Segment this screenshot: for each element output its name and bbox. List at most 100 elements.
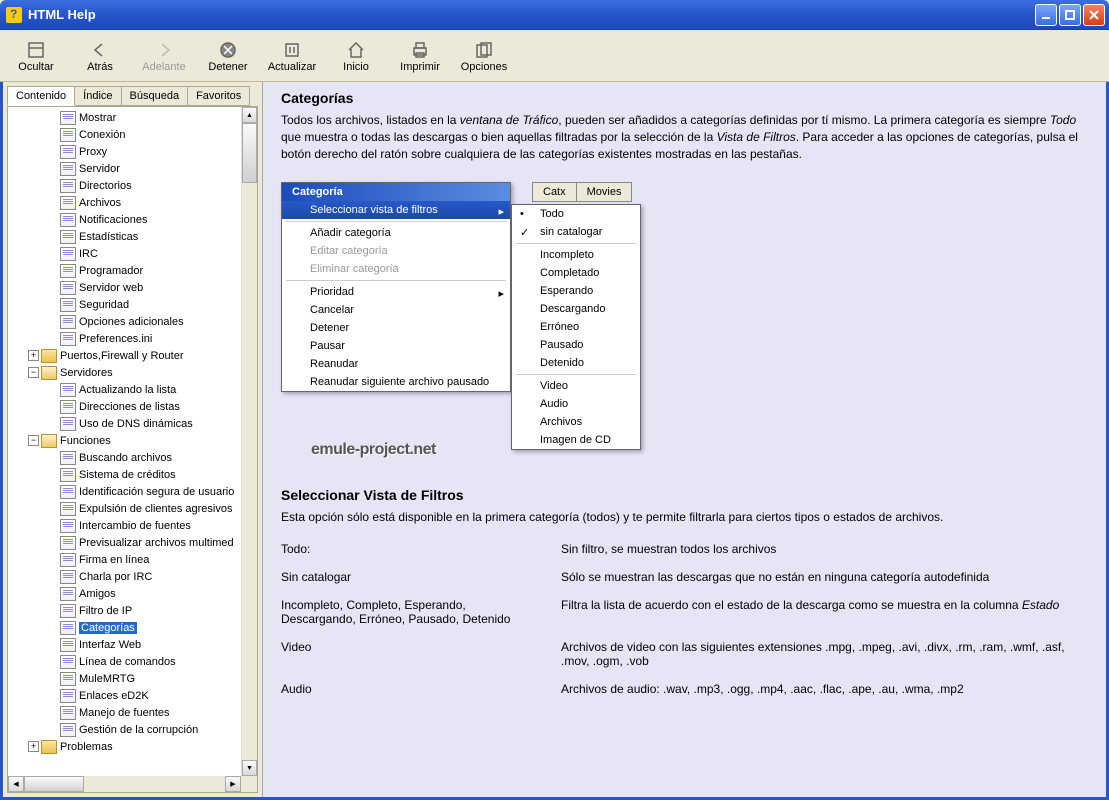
tree-item[interactable]: Servidor web [8,279,257,296]
tree-label: Sistema de créditos [79,469,176,481]
tree-label: Buscando archivos [79,452,172,464]
collapse-icon[interactable]: − [28,367,39,378]
tree-item[interactable]: Notificaciones [8,211,257,228]
home-button[interactable]: Inicio [324,32,388,79]
menu-item: Cancelar [282,301,510,319]
tree-item[interactable]: Seguridad [8,296,257,313]
scroll-right-button[interactable]: ▶ [225,776,241,792]
scroll-thumb[interactable] [242,123,257,183]
tree-item[interactable]: Sistema de créditos [8,466,257,483]
options-label: Opciones [461,61,507,73]
tree-item[interactable]: Buscando archivos [8,449,257,466]
hide-label: Ocultar [18,61,53,73]
page-icon [60,502,76,516]
options-button[interactable]: Opciones [452,32,516,79]
tree-item[interactable]: Filtro de IP [8,602,257,619]
tree-label: Actualizando la lista [79,384,176,396]
tree-item[interactable]: + Problemas [8,738,257,755]
scroll-left-button[interactable]: ◀ [8,776,24,792]
back-button[interactable]: Atrás [68,32,132,79]
tab-contents[interactable]: Contenido [7,86,75,106]
stop-button[interactable]: Detener [196,32,260,79]
scroll-down-button[interactable]: ▼ [242,760,257,776]
tree-item[interactable]: Preferences.ini [8,330,257,347]
tree-item[interactable]: Directorios [8,177,257,194]
tab-index[interactable]: Índice [74,86,121,106]
hide-button[interactable]: Ocultar [4,32,68,79]
tree-item[interactable]: Actualizando la lista [8,381,257,398]
tree-item[interactable]: Gestión de la corrupción [8,721,257,738]
tab-search[interactable]: Búsqueda [121,86,189,106]
tree-item[interactable]: Expulsión de clientes agresivos [8,500,257,517]
bullet-icon: • [520,208,524,220]
tree-item[interactable]: Identificación segura de usuario [8,483,257,500]
tree-label: Firma en línea [79,554,149,566]
tree-item[interactable]: Mostrar [8,109,257,126]
content-pane[interactable]: Categorías Todos los archivos, listados … [263,82,1106,797]
tree-item[interactable]: Conexión [8,126,257,143]
tree-item[interactable]: Direcciones de listas [8,398,257,415]
print-button[interactable]: Imprimir [388,32,452,79]
tree-label: Charla por IRC [79,571,152,583]
expand-icon[interactable]: + [28,350,39,361]
collapse-icon[interactable]: − [28,435,39,446]
scroll-up-button[interactable]: ▲ [242,107,257,123]
close-button[interactable] [1083,4,1105,26]
refresh-label: Actualizar [268,61,316,73]
menu-item: Reanudar [282,355,510,373]
tree-label: Problemas [60,741,113,753]
page-icon [60,587,76,601]
refresh-button[interactable]: Actualizar [260,32,324,79]
tab-favorites[interactable]: Favoritos [187,86,250,106]
tree-item[interactable]: Estadísticas [8,228,257,245]
tree-label: Seguridad [79,299,129,311]
tree-item[interactable]: Proxy [8,143,257,160]
tree-item[interactable]: Línea de comandos [8,653,257,670]
tree-item[interactable]: Firma en línea [8,551,257,568]
horizontal-scrollbar[interactable]: ◀ ▶ [8,776,241,792]
submenu-item: Video [512,377,640,395]
page-icon [60,638,76,652]
page-icon [60,621,76,635]
def-desc: Sólo se muestran las descargas que no es… [561,570,1088,584]
tree-item[interactable]: −Servidores [8,364,257,381]
page-icon [60,281,76,295]
tree-item[interactable]: Archivos [8,194,257,211]
tree-item[interactable]: Intercambio de fuentes [8,517,257,534]
tree-label: Interfaz Web [79,639,141,651]
tree-item-selected[interactable]: Categorías [8,619,257,636]
section-heading: Seleccionar Vista de Filtros [281,487,1088,503]
tree-item[interactable]: Opciones adicionales [8,313,257,330]
stop-label: Detener [208,61,247,73]
tree-item[interactable]: Interfaz Web [8,636,257,653]
submenu-item: Completado [512,264,640,282]
tree-item[interactable]: MuleMRTG [8,670,257,687]
tree-item[interactable]: Amigos [8,585,257,602]
vertical-scrollbar[interactable]: ▲ ▼ [241,107,257,776]
tree-item[interactable]: −Funciones [8,432,257,449]
tree-item[interactable]: +Puertos,Firewall y Router [8,347,257,364]
forward-icon [153,39,175,61]
tree-item[interactable]: Uso de DNS dinámicas [8,415,257,432]
tree-item[interactable]: Programador [8,262,257,279]
tree-item[interactable]: Manejo de fuentes [8,704,257,721]
tree-item[interactable]: Servidor [8,160,257,177]
menu-item: Reanudar siguiente archivo pausado [282,373,510,391]
submenu-item: Imagen de CD [512,431,640,449]
tree-item[interactable]: IRC [8,245,257,262]
maximize-button[interactable] [1059,4,1081,26]
page-icon [60,604,76,618]
page-icon [60,332,76,346]
tree-item[interactable]: Enlaces eD2K [8,687,257,704]
topic-tree[interactable]: Mostrar Conexión Proxy Servidor Director… [8,107,257,757]
submenu-item: Erróneo [512,318,640,336]
forward-button: Adelante [132,32,196,79]
scroll-thumb-h[interactable] [24,776,84,792]
expand-icon[interactable]: + [28,741,39,752]
def-term: Incompleto, Completo, Esperando, Descarg… [281,598,561,626]
folder-icon [41,349,57,363]
tree-item[interactable]: Previsualizar archivos multimed [8,534,257,551]
window-title: HTML Help [28,7,1035,22]
tree-item[interactable]: Charla por IRC [8,568,257,585]
minimize-button[interactable] [1035,4,1057,26]
